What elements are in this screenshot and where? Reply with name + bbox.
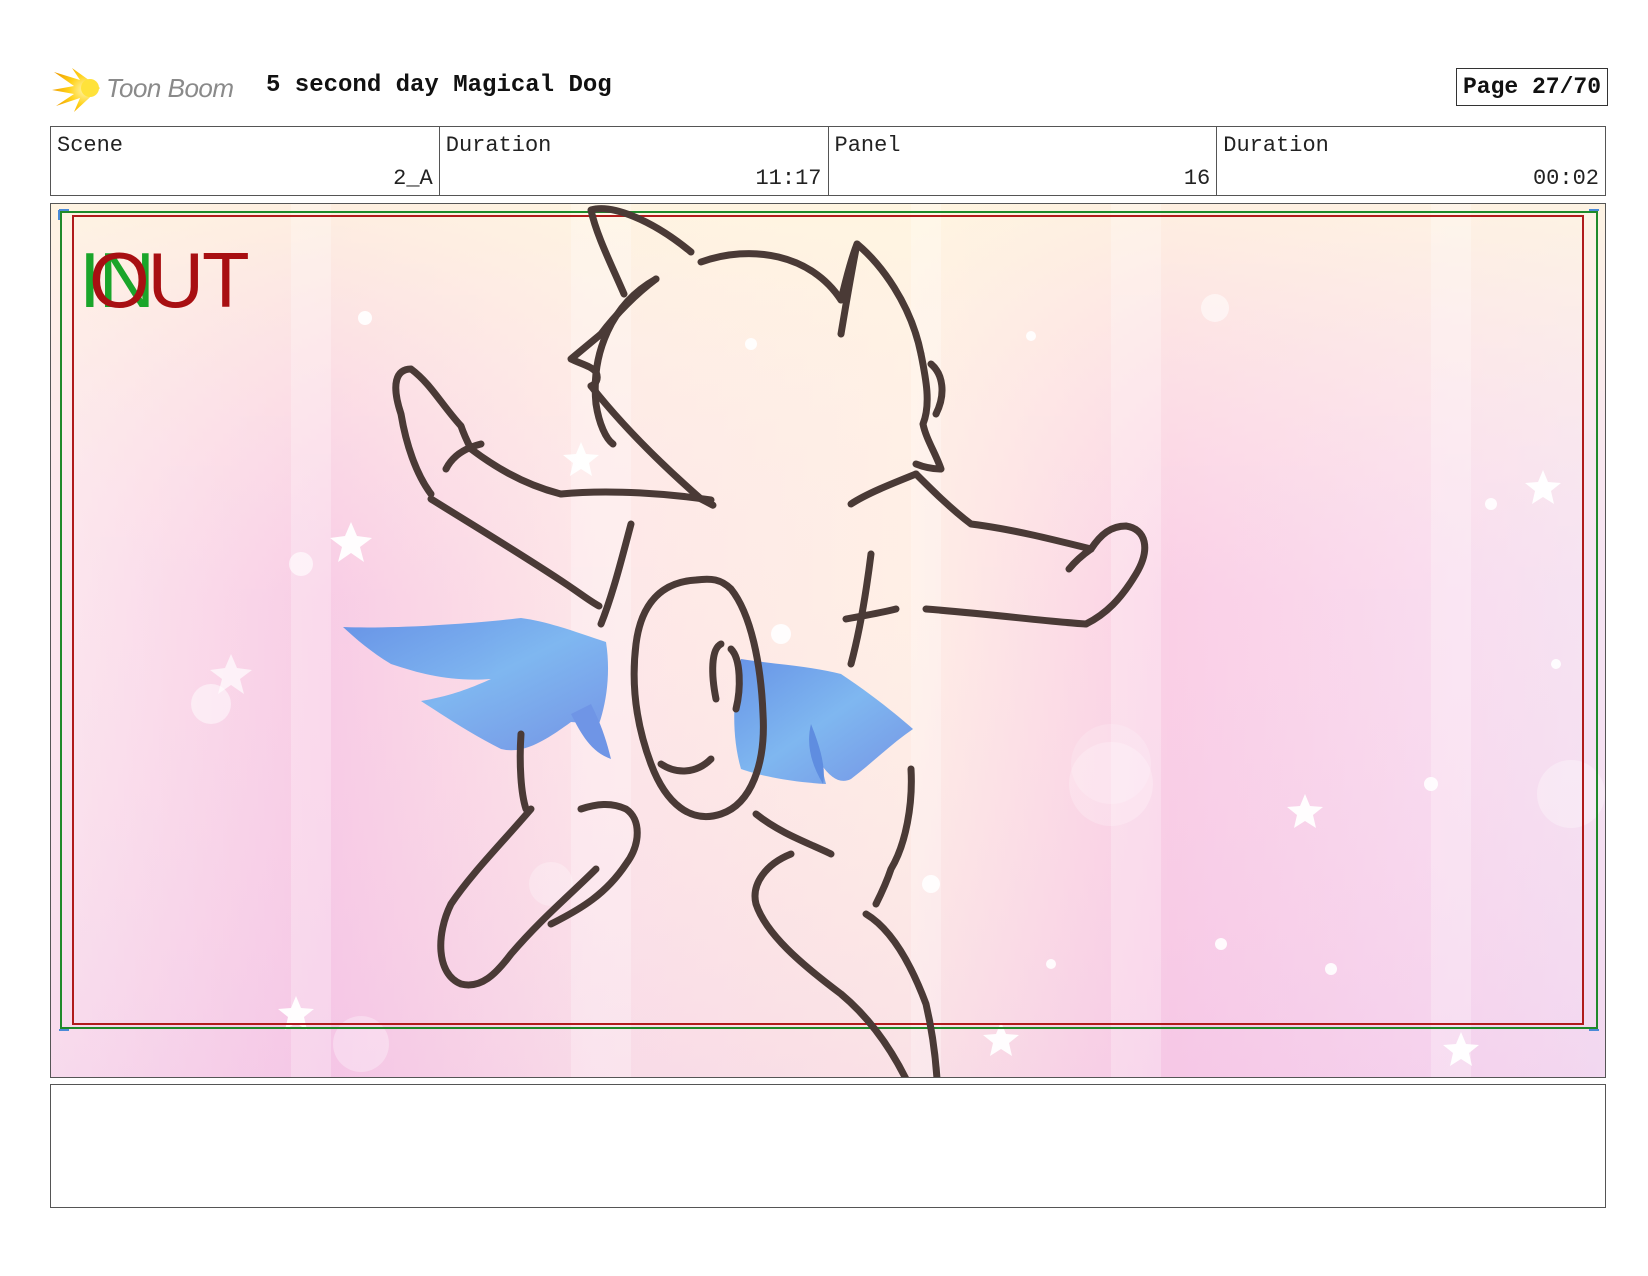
storyboard-panel: IN OUT [50,203,1606,1078]
scene-value: 2_A [393,166,433,191]
scene-duration-cell: Duration 11:17 [438,127,828,195]
scene-duration-label: Duration [445,133,552,158]
panel-duration-value: 00:02 [1532,166,1599,191]
panel-artwork [51,204,1605,1077]
panel-value: 16 [1183,166,1211,191]
scene-cell: Scene 2_A [51,127,439,195]
flame-icon [52,68,100,112]
panel-label: Panel [834,133,901,158]
page-indicator: Page 27/70 [1455,68,1608,106]
in-out-marker: IN OUT [79,238,269,322]
panel-cell: Panel 16 [827,127,1217,195]
scene-label: Scene [57,133,124,158]
panel-notes[interactable] [50,1084,1606,1208]
out-marker: OUT [89,236,250,324]
scene-duration-value: 11:17 [755,166,822,191]
storyboard-header: Toon Boom 5 second day Magical Dog Page … [52,58,1608,118]
scene-info-table: Scene 2_A Duration 11:17 Panel 16 Durati… [50,126,1606,196]
logo-text: Toon Boom [106,72,234,103]
toon-boom-logo: Toon Boom [52,62,234,114]
panel-duration-cell: Duration 00:02 [1216,127,1605,195]
project-title: 5 second day Magical Dog [266,72,612,99]
panel-duration-label: Duration [1223,133,1329,158]
